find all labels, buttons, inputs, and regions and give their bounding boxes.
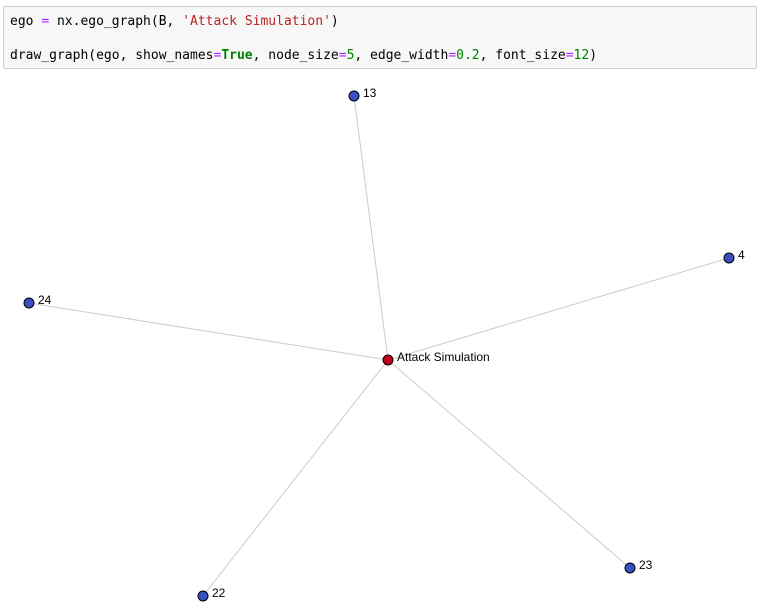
ego-graph-plot: 13 4 24 22 23 Attack Simulation bbox=[23, 86, 745, 602]
code-token: ) bbox=[330, 14, 339, 29]
node-13 bbox=[348, 90, 360, 102]
graph-output: 13 4 24 22 23 Attack Simulation bbox=[0, 72, 760, 613]
code-cell[interactable]: ego = nx.ego_graph(B, 'Attack Simulation… bbox=[3, 6, 757, 69]
edge-attack-simulation-13 bbox=[353, 95, 389, 361]
code-token: 12 bbox=[573, 48, 590, 63]
code-token: = bbox=[565, 48, 574, 63]
code-token: = bbox=[338, 48, 347, 63]
edge-attack-simulation-23 bbox=[387, 359, 631, 569]
code-line-ego-graph: ego = nx.ego_graph(B, 'Attack Simulation… bbox=[10, 14, 339, 30]
node-label-23: 23 bbox=[639, 558, 653, 572]
node-23 bbox=[624, 562, 636, 574]
code-token: = bbox=[448, 48, 457, 63]
edge-attack-simulation-24 bbox=[28, 302, 389, 361]
code-token: 0.2 bbox=[456, 48, 480, 63]
node-label-attack-simulation: Attack Simulation bbox=[397, 350, 490, 364]
graph-nodes bbox=[23, 90, 735, 602]
code-token: ) bbox=[589, 48, 598, 63]
edge-attack-simulation-22 bbox=[202, 359, 389, 597]
code-token: draw_graph(ego, show_names bbox=[10, 48, 214, 63]
code-token: nx.ego_graph(B, bbox=[49, 14, 183, 29]
code-token: = bbox=[41, 14, 50, 29]
code-token: , node_size bbox=[252, 48, 339, 63]
node-label-22: 22 bbox=[212, 586, 226, 600]
code-token: 'Attack Simulation' bbox=[182, 14, 331, 29]
graph-edges bbox=[28, 95, 730, 597]
node-label-4: 4 bbox=[738, 248, 745, 262]
graph-labels: 13 4 24 22 23 Attack Simulation bbox=[38, 86, 745, 600]
node-attack-simulation bbox=[382, 354, 394, 366]
edge-attack-simulation-4 bbox=[387, 257, 730, 361]
code-token: True bbox=[221, 48, 253, 63]
node-22 bbox=[197, 590, 209, 602]
node-4 bbox=[723, 252, 735, 264]
code-token: ego bbox=[10, 14, 42, 29]
code-line-draw-graph: draw_graph(ego, show_names = True, node_si… bbox=[10, 48, 597, 64]
node-24 bbox=[23, 297, 35, 309]
code-token: , font_size bbox=[479, 48, 566, 63]
code-token: , edge_width bbox=[354, 48, 449, 63]
node-label-24: 24 bbox=[38, 293, 52, 307]
node-label-13: 13 bbox=[363, 86, 377, 100]
